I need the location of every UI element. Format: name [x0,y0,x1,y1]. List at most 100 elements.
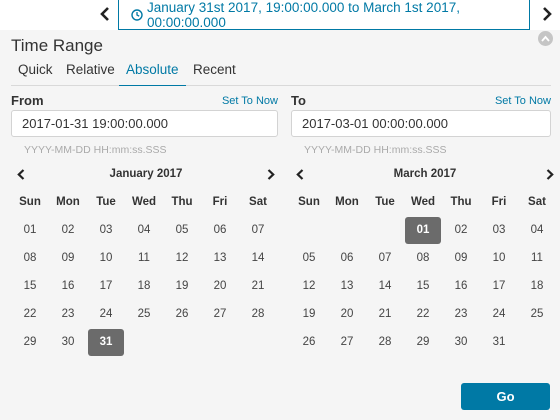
calendar-empty-cell [366,216,404,244]
calendar-day[interactable]: 29 [404,328,442,356]
calendar-day[interactable]: 02 [442,216,480,244]
calendar-day[interactable]: 30 [49,328,87,356]
calendar-day[interactable]: 09 [442,244,480,272]
calendar-day[interactable]: 24 [480,300,518,328]
calendar-day[interactable]: 17 [480,272,518,300]
calendar-day[interactable]: 14 [239,244,277,272]
calendar-day[interactable]: 06 [201,216,239,244]
calendar-week-row: 19 20 21 22 23 24 25 [290,300,556,328]
calendar-day[interactable]: 07 [366,244,404,272]
calendar-day-number: 13 [213,252,227,264]
calendar-day[interactable]: 05 [290,244,328,272]
calendar-day[interactable]: 13 [201,244,239,272]
calendar-day[interactable]: 01 [11,216,49,244]
to-date-input[interactable] [291,110,551,137]
collapse-panel-button[interactable] [538,31,553,46]
calendar-day[interactable]: 06 [328,244,366,272]
calendar-day[interactable]: 25 [125,300,163,328]
calendar-day[interactable]: 18 [518,272,556,300]
calendar-day[interactable]: 12 [163,244,201,272]
from-calendar-next-month-button[interactable] [264,167,278,181]
time-range-display-button[interactable]: January 31st 2017, 19:00:00.000 to March… [118,0,530,30]
chevron-right-icon [267,168,275,180]
calendar-day[interactable]: 31 [480,328,518,356]
calendar-day[interactable]: 23 [49,300,87,328]
calendar-empty-cell [518,328,556,356]
calendar-day[interactable]: 26 [290,328,328,356]
calendar-day[interactable]: 29 [11,328,49,356]
calendar-day[interactable]: 14 [366,272,404,300]
go-button[interactable]: Go [461,383,550,410]
calendar-day[interactable]: 10 [87,244,125,272]
calendar-day[interactable]: 27 [201,300,239,328]
calendar-day[interactable]: 12 [290,272,328,300]
calendar-day-number: 25 [530,308,544,320]
calendar-day-number: 22 [416,308,430,320]
calendar-day[interactable]: 03 [87,216,125,244]
calendar-day[interactable]: 11 [518,244,556,272]
chevron-up-icon [541,35,550,42]
calendar-day[interactable]: 21 [239,272,277,300]
calendar-day[interactable]: 18 [125,272,163,300]
calendar-day[interactable]: 10 [480,244,518,272]
calendar-day-selected[interactable]: 31 [87,328,125,356]
calendar-day[interactable]: 28 [366,328,404,356]
calendar-empty-cell [163,328,201,356]
calendar-day[interactable]: 04 [518,216,556,244]
calendar-day[interactable]: 08 [404,244,442,272]
calendar-day[interactable]: 16 [49,272,87,300]
calendar-day[interactable]: 26 [163,300,201,328]
calendar-day-number: 24 [99,308,113,320]
next-range-button[interactable] [536,0,558,28]
tab-recent[interactable]: Recent [193,58,236,86]
time-picker-bar: January 31st 2017, 19:00:00.000 to March… [0,0,560,30]
weekday-label: Sat [528,196,546,208]
calendar-day-number: 16 [454,280,468,292]
calendar-day[interactable]: 15 [11,272,49,300]
calendar-day[interactable]: 09 [49,244,87,272]
calendar-day-number: 05 [302,252,316,264]
calendar-day[interactable]: 16 [442,272,480,300]
calendar-day-selected[interactable]: 01 [404,216,442,244]
calendar-day[interactable]: 08 [11,244,49,272]
calendar-day[interactable]: 19 [163,272,201,300]
calendar-day[interactable]: 25 [518,300,556,328]
calendar-day-number: 06 [213,224,227,236]
from-set-to-now-link[interactable]: Set To Now [222,95,278,107]
calendar-day[interactable]: 30 [442,328,480,356]
calendar-day[interactable]: 22 [11,300,49,328]
calendar-day[interactable]: 07 [239,216,277,244]
calendar-day[interactable]: 19 [290,300,328,328]
calendar-day[interactable]: 27 [328,328,366,356]
tab-absolute[interactable]: Absolute [119,58,186,86]
calendar-day[interactable]: 17 [87,272,125,300]
calendar-day[interactable]: 02 [49,216,87,244]
calendar-day[interactable]: 03 [480,216,518,244]
calendar-day[interactable]: 20 [328,300,366,328]
calendar-day-number: 07 [378,252,392,264]
calendar-day[interactable]: 15 [404,272,442,300]
calendar-day[interactable]: 24 [87,300,125,328]
calendar-day-number: 20 [213,280,227,292]
tab-quick[interactable]: Quick [18,58,53,86]
calendar-day-number: 24 [492,308,506,320]
calendar-day[interactable]: 28 [239,300,277,328]
calendar-day[interactable]: 04 [125,216,163,244]
calendar-day[interactable]: 05 [163,216,201,244]
calendar-day[interactable]: 13 [328,272,366,300]
previous-range-button[interactable] [94,0,116,28]
calendar-day[interactable]: 23 [442,300,480,328]
to-calendar-next-month-button[interactable] [543,167,557,181]
calendar-day[interactable]: 20 [201,272,239,300]
to-set-to-now-link[interactable]: Set To Now [495,95,551,107]
tab-relative[interactable]: Relative [66,58,115,86]
calendar-day-number: 13 [340,280,354,292]
calendar-day-number: 10 [99,252,113,264]
from-label: From [11,93,44,108]
from-date-input[interactable] [11,110,278,137]
calendar-day-number: 15 [23,280,37,292]
clock-icon [131,8,143,21]
calendar-day[interactable]: 22 [404,300,442,328]
calendar-day[interactable]: 11 [125,244,163,272]
calendar-day[interactable]: 21 [366,300,404,328]
